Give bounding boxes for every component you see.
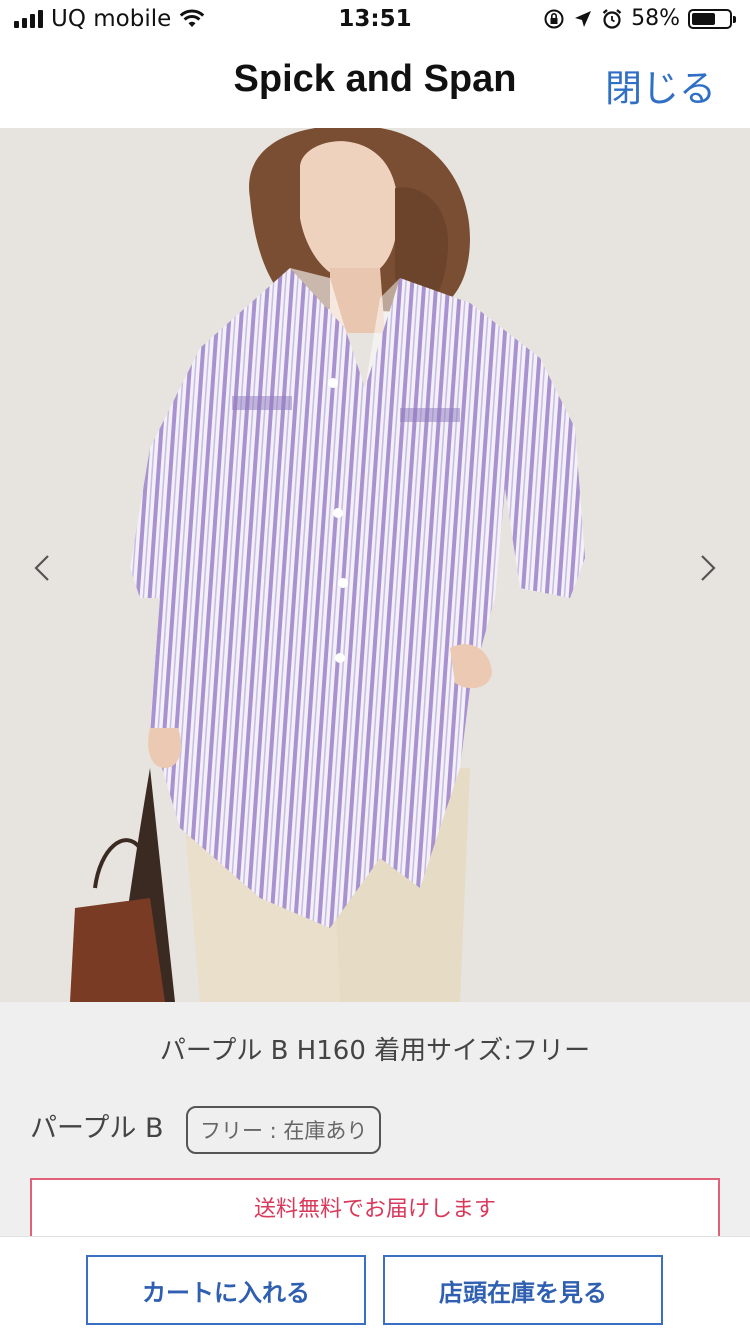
free-shipping-notice: 送料無料でお届けします — [30, 1178, 720, 1242]
location-icon — [575, 10, 592, 27]
store-stock-button[interactable]: 店頭在庫を見る — [383, 1255, 663, 1325]
close-button[interactable]: 閉じる — [605, 58, 716, 112]
previous-image-arrow-icon[interactable] — [22, 548, 62, 588]
next-image-arrow-icon[interactable] — [688, 548, 728, 588]
status-right: 58% — [543, 6, 736, 31]
color-name: パープル B — [30, 1113, 164, 1144]
alarm-icon — [602, 8, 622, 29]
size-option-chip[interactable]: フリー : 在庫あり — [186, 1106, 382, 1154]
product-image-carousel[interactable] — [0, 128, 750, 1002]
rotation-lock-icon — [544, 9, 564, 28]
product-photo — [0, 128, 750, 1002]
navigation-bar: Spick and Span 閉じる — [0, 40, 750, 129]
bottom-action-bar: カートに入れる 店頭在庫を見る — [0, 1236, 750, 1335]
status-bar: UQ mobile 13:51 58% — [0, 0, 750, 40]
battery-percent: 58% — [631, 6, 680, 31]
image-caption: パープル B H160 着用サイズ:フリー — [159, 1036, 591, 1066]
battery-icon — [688, 8, 736, 29]
add-to-cart-button[interactable]: カートに入れる — [86, 1255, 366, 1325]
